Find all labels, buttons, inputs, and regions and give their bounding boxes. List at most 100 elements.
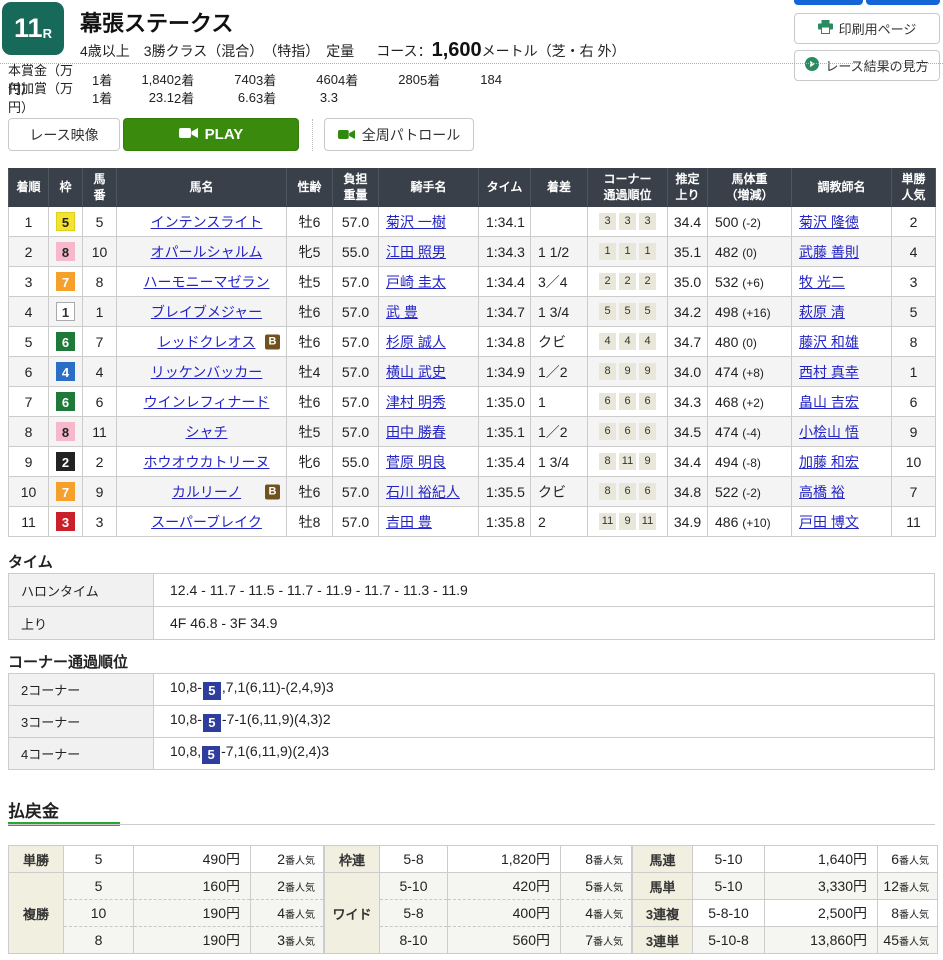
frame-cell: 5 (49, 207, 83, 237)
body-weight: 480 (715, 334, 742, 350)
jockey-name-link[interactable]: 戸崎 圭太 (386, 274, 446, 290)
play-button[interactable]: PLAY (123, 118, 299, 151)
body-weight: 498 (715, 304, 742, 320)
top-nav-button-partial-1[interactable] (794, 0, 863, 5)
win-favorite-rank: 8 (892, 327, 936, 357)
horse-name-cell: カルリーノB (117, 477, 287, 507)
trainer-name-link[interactable]: 高橋 裕 (799, 484, 845, 500)
body-weight: 474 (715, 424, 742, 440)
column-header: 性齢 (287, 169, 333, 207)
result-row: 922ホウオウカトリーヌ牝655.0菅原 明良1:35.41 3/4811934… (9, 447, 936, 477)
payout-combination: 5 (64, 873, 134, 900)
frame-number-badge: 1 (56, 302, 75, 321)
sex-age: 牡5 (287, 267, 333, 297)
corner-positions-cell: 333 (588, 207, 668, 237)
body-weight-diff: (+8) (742, 366, 764, 380)
jockey-name-link[interactable]: 菊沢 一樹 (386, 214, 446, 230)
jockey-name-link[interactable]: 津村 明秀 (386, 394, 446, 410)
horse-name-cell: インテンスライト (117, 207, 287, 237)
horse-name-link[interactable]: ハーモニーマゼラン (144, 274, 270, 290)
horse-name-link[interactable]: リッケンバッカー (151, 364, 263, 380)
corner-position: 1 (599, 243, 616, 260)
favorite-number: 6 (891, 851, 899, 867)
prize-rank-label: 4着 (338, 70, 368, 89)
horse-number: 6 (83, 387, 117, 417)
favorite-number: 3 (277, 932, 285, 948)
payout-amount: 190円 (134, 927, 251, 954)
corner-position: 6 (619, 423, 636, 440)
payout-amount: 190円 (134, 900, 251, 927)
horse-name-link[interactable]: スーパーブレイク (151, 514, 262, 530)
body-weight-diff: (-2) (742, 216, 761, 230)
trainer-name-link[interactable]: 牧 光二 (799, 274, 845, 290)
jockey-name-link[interactable]: 菅原 明良 (386, 454, 446, 470)
carried-weight: 55.0 (333, 447, 379, 477)
race-conditions-text: 4歳以上 3勝クラス（混合） （特指） 定量 (80, 43, 354, 59)
jockey-name-link[interactable]: 吉田 豊 (386, 514, 432, 530)
top-nav-button-partial-2[interactable] (866, 0, 940, 5)
favorite-suffix: 番人気 (593, 910, 623, 921)
corner-position: 4 (619, 333, 636, 350)
horse-name-link[interactable]: カルリーノ (172, 484, 241, 500)
race-results-table: 着順枠馬番馬名性齢負担重量騎手名タイム着差コーナー通過順位推定上り馬体重（増減）… (8, 168, 936, 537)
trainer-name-link[interactable]: 加藤 和宏 (799, 454, 859, 470)
trainer-name-link[interactable]: 畠山 吉宏 (799, 394, 859, 410)
trainer-name-link[interactable]: 萩原 清 (799, 304, 845, 320)
trainer-name-link[interactable]: 菊沢 隆徳 (799, 214, 859, 230)
prize-value: 6.6 (204, 90, 256, 105)
finish-time: 1:34.1 (479, 207, 531, 237)
jockey-name-link[interactable]: 武 豊 (386, 304, 418, 320)
win-favorite-rank: 5 (892, 297, 936, 327)
favorite-suffix: 番人気 (899, 937, 929, 948)
jockey-name-link[interactable]: 石川 裕紀人 (386, 484, 460, 500)
jockey-name-link[interactable]: 江田 照男 (386, 244, 446, 260)
horse-name-link[interactable]: ホウオウカトリーヌ (144, 454, 270, 470)
payout-row: 枠連5-81,820円8番人気 (325, 846, 632, 873)
horse-name-link[interactable]: レッドクレオス (158, 334, 256, 350)
horse-name-link[interactable]: シャチ (186, 424, 228, 440)
body-weight-cell: 480 (0) (708, 327, 792, 357)
trainer-name-link[interactable]: 藤沢 和雄 (799, 334, 859, 350)
trainer-name-link[interactable]: 小桧山 悟 (799, 424, 859, 440)
body-weight-diff: (-4) (742, 426, 761, 440)
bet-type-label: ワイド (325, 873, 380, 954)
result-guide-button[interactable]: レース結果の見方 (794, 50, 940, 81)
course-distance: 1,600 (432, 39, 482, 61)
winner-highlight: 5 (202, 746, 220, 764)
jockey-name-link[interactable]: 杉原 誠人 (386, 334, 446, 350)
prize-value: 1,840 (122, 72, 174, 87)
horse-name-link[interactable]: ブレイブメジャー (151, 304, 262, 320)
frame-cell: 6 (49, 387, 83, 417)
horse-number: 1 (83, 297, 117, 327)
horse-name-link[interactable]: オパールシャルム (151, 244, 263, 260)
body-weight-cell: 474 (-4) (708, 417, 792, 447)
finish-position: 10 (9, 477, 49, 507)
last-3f-time: 34.2 (668, 297, 708, 327)
payout-tables: 単勝5490円2番人気複勝5160円2番人気10190円4番人気8190円3番人… (8, 845, 938, 954)
last-3f-time: 34.7 (668, 327, 708, 357)
payout-favorite-rank: 7番人気 (561, 927, 632, 954)
patrol-video-button[interactable]: 全周パトロール (324, 118, 474, 151)
last-3f-time: 34.5 (668, 417, 708, 447)
payout-combination: 5-8-10 (693, 900, 765, 927)
finish-position: 6 (9, 357, 49, 387)
trainer-name-link[interactable]: 武藤 善則 (799, 244, 859, 260)
trainer-name-link[interactable]: 西村 真幸 (799, 364, 859, 380)
corner-positions-cell: 444 (588, 327, 668, 357)
jockey-name-link[interactable]: 田中 勝春 (386, 424, 446, 440)
corner-position: 11 (599, 513, 616, 530)
print-page-button[interactable]: 印刷用ページ (794, 13, 940, 44)
trainer-name-link[interactable]: 戸田 博文 (799, 514, 859, 530)
horse-name-link[interactable]: ウインレフィナード (144, 394, 270, 410)
payout-favorite-rank: 6番人気 (878, 846, 938, 873)
payout-divider-line (8, 824, 935, 825)
corner-row-label: 4コーナー (9, 738, 154, 770)
horse-name-link[interactable]: インテンスライト (151, 214, 263, 230)
finish-position: 11 (9, 507, 49, 537)
jockey-name-link[interactable]: 横山 武史 (386, 364, 446, 380)
course-detail: メートル（芝・右 外） (482, 43, 626, 59)
corner-position: 11 (639, 513, 656, 530)
payout-amount: 3,330円 (765, 873, 878, 900)
column-header: タイム (479, 169, 531, 207)
race-video-button[interactable]: レース映像 (8, 118, 120, 151)
